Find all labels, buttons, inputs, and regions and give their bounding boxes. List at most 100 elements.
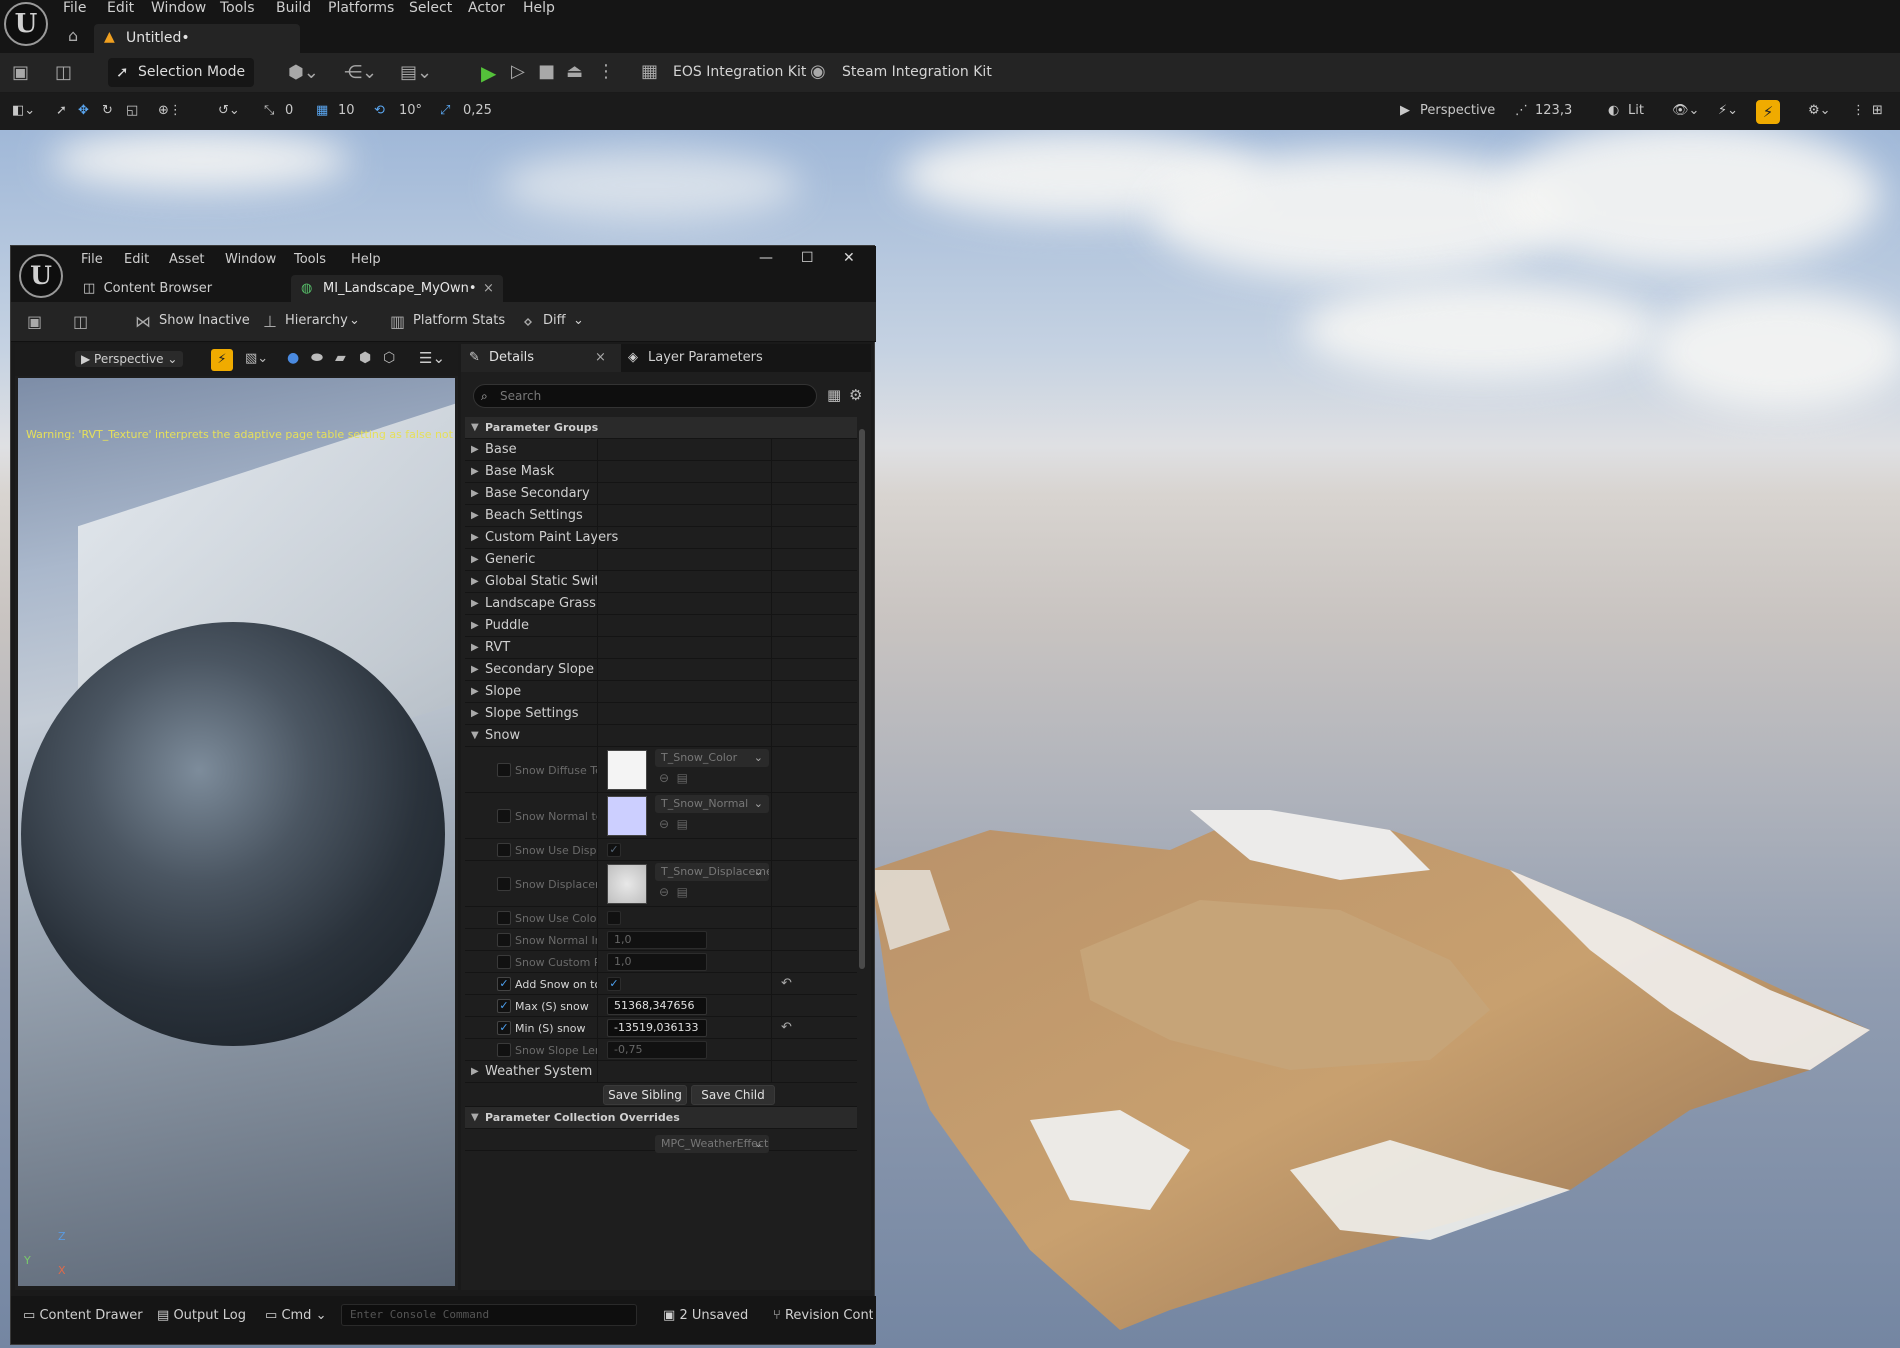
- save-icon[interactable]: ▣: [12, 63, 29, 83]
- mw-menu-file[interactable]: File: [81, 252, 103, 267]
- preview-realtime-icon[interactable]: ⚡: [211, 349, 233, 371]
- number-input[interactable]: 1,0: [607, 953, 707, 971]
- cylinder-preview-icon[interactable]: ⬬: [311, 350, 323, 366]
- group-row[interactable]: ▶ Base Secondary: [465, 483, 857, 505]
- save-sibling-button[interactable]: Save Sibling: [603, 1085, 687, 1105]
- preview-image-icon[interactable]: ▧⌄: [245, 351, 268, 366]
- revision-control-button[interactable]: ⑂ Revision Cont: [773, 1308, 873, 1323]
- scale-snap-icon[interactable]: ⤢: [440, 102, 450, 120]
- cmd-dropdown[interactable]: ▭ Cmd ⌄: [265, 1308, 326, 1323]
- show-flags-icon[interactable]: 👁⌄: [1672, 102, 1699, 120]
- override-checkbox[interactable]: [497, 763, 511, 777]
- override-checkbox[interactable]: [497, 955, 511, 969]
- menu-build[interactable]: Build: [276, 0, 311, 18]
- override-checkbox[interactable]: [497, 877, 511, 891]
- menu-window[interactable]: Window: [151, 0, 206, 18]
- scale-tool-icon[interactable]: ◱: [126, 102, 138, 120]
- group-row[interactable]: ▶ Beach Settings: [465, 505, 857, 527]
- mesh-preview-icon[interactable]: ⬡: [383, 350, 395, 366]
- sphere-preview-icon[interactable]: ●: [287, 350, 299, 366]
- stop-icon[interactable]: ■: [538, 62, 555, 82]
- output-log-button[interactable]: ▤ Output Log: [157, 1308, 246, 1323]
- value-checkbox[interactable]: ✓: [607, 843, 621, 857]
- diff-dropdown[interactable]: Diff: [543, 313, 566, 328]
- group-row[interactable]: ▶ Base: [465, 439, 857, 461]
- world-space-icon[interactable]: ⊕⋮: [158, 102, 182, 120]
- menu-file[interactable]: File: [63, 0, 86, 18]
- table-view-icon[interactable]: ▦: [827, 386, 841, 404]
- surface-snap-icon[interactable]: ↺⌄: [218, 102, 240, 120]
- details-search-input[interactable]: ⌕ Search: [473, 384, 817, 408]
- menu-tools[interactable]: Tools: [220, 0, 255, 18]
- mw-menu-help[interactable]: Help: [351, 252, 381, 267]
- rotation-snap-icon[interactable]: ⟲: [374, 102, 385, 120]
- mw-menu-asset[interactable]: Asset: [169, 252, 205, 267]
- menu-platforms[interactable]: Platforms: [328, 0, 394, 18]
- group-row[interactable]: ▶ Landscape Grass: [465, 593, 857, 615]
- override-checkbox[interactable]: [497, 809, 511, 823]
- step-icon[interactable]: ▷: [511, 62, 525, 82]
- menu-edit[interactable]: Edit: [107, 0, 134, 18]
- home-icon[interactable]: ⌂: [68, 26, 78, 45]
- tab-content-browser[interactable]: ◫ Content Browser: [83, 275, 263, 302]
- group-row-weather-system[interactable]: ▶ Weather System: [465, 1061, 857, 1083]
- override-checkbox[interactable]: [497, 911, 511, 925]
- settings-icon[interactable]: ⚙⌄: [1808, 102, 1831, 120]
- play-icon[interactable]: ▶: [481, 61, 496, 85]
- document-tab[interactable]: ▲ Untitled•: [94, 24, 300, 53]
- details-scrollbar[interactable]: [859, 429, 865, 969]
- play-options-icon[interactable]: ⋮: [597, 62, 615, 82]
- move-tool-icon[interactable]: ✥: [78, 102, 89, 120]
- steam-icon[interactable]: ◉: [810, 62, 826, 82]
- cube-preview-icon[interactable]: ⬢: [359, 350, 371, 366]
- realtime-toggle-icon[interactable]: ⚡: [1756, 100, 1780, 124]
- maximize-icon[interactable]: ☐: [801, 250, 814, 266]
- group-row[interactable]: ▶ Base Mask: [465, 461, 857, 483]
- save-child-button[interactable]: Save Child: [691, 1085, 775, 1105]
- override-checkbox[interactable]: [497, 933, 511, 947]
- more-options-icon[interactable]: ⋮: [1852, 102, 1865, 120]
- number-input[interactable]: 51368,347656: [607, 997, 707, 1015]
- tab-material-instance[interactable]: ◍ MI_Landscape_MyOwn• ×: [291, 275, 503, 302]
- use-selected-icon[interactable]: ⊖ ▤: [659, 817, 688, 831]
- tab-layer-parameters[interactable]: ◈ Layer Parameters: [626, 344, 763, 372]
- group-row[interactable]: ▶ Puddle: [465, 615, 857, 637]
- group-row[interactable]: ▶ Custom Paint Layers: [465, 527, 857, 549]
- group-row[interactable]: ▶ Secondary Slope: [465, 659, 857, 681]
- landscape-terrain[interactable]: [870, 810, 1880, 1330]
- hierarchy-dropdown[interactable]: Hierarchy: [285, 313, 348, 328]
- minimize-icon[interactable]: —: [759, 250, 773, 266]
- override-checkbox[interactable]: [497, 1043, 511, 1057]
- perspective-dropdown[interactable]: Perspective: [1420, 102, 1495, 120]
- rotate-tool-icon[interactable]: ↻: [102, 102, 113, 120]
- close-details-icon[interactable]: ×: [595, 344, 606, 372]
- camera-speed-value[interactable]: 123,3: [1535, 102, 1572, 120]
- plane-preview-icon[interactable]: ▰: [335, 350, 346, 366]
- scale-snap-value[interactable]: 0,25: [463, 102, 492, 120]
- preview-menu-icon[interactable]: ☰⌄: [419, 349, 445, 367]
- snap-value[interactable]: 0: [285, 102, 293, 120]
- unreal-logo-icon[interactable]: U: [4, 2, 48, 46]
- group-row[interactable]: ▶ RVT: [465, 637, 857, 659]
- grid-snap-value[interactable]: 10: [338, 102, 355, 120]
- cinematics-icon[interactable]: ▤⌄: [400, 63, 432, 83]
- number-input[interactable]: 1,0: [607, 931, 707, 949]
- category-parameter-groups[interactable]: ▼ Parameter Groups: [465, 417, 857, 439]
- texture-thumbnail[interactable]: [607, 864, 647, 904]
- transform-dropdown-icon[interactable]: ◧⌄: [12, 102, 35, 120]
- eos-integration-kit-button[interactable]: EOS Integration Kit: [673, 64, 806, 80]
- eject-icon[interactable]: ⏏: [566, 62, 583, 82]
- unsaved-button[interactable]: ▣ 2 Unsaved: [663, 1308, 748, 1323]
- close-tab-icon[interactable]: ×: [483, 275, 494, 302]
- override-checkbox[interactable]: ✓: [497, 999, 511, 1013]
- value-checkbox[interactable]: ✓: [607, 977, 621, 991]
- preview-perspective-dropdown[interactable]: ▶ Perspective ⌄: [75, 351, 184, 367]
- rotation-snap-value[interactable]: 10°: [399, 102, 422, 120]
- tab-details[interactable]: ✎ Details ×: [461, 344, 621, 372]
- eos-icon[interactable]: ▦: [641, 62, 658, 82]
- texture-dropdown[interactable]: T_Snow_Color ⌄: [655, 749, 769, 767]
- preview-viewport[interactable]: Warning: 'RVT_Texture' interprets the ad…: [18, 378, 455, 1286]
- group-row[interactable]: ▶ Slope Settings: [465, 703, 857, 725]
- browse-icon[interactable]: ◫: [73, 312, 88, 331]
- value-checkbox[interactable]: [607, 911, 621, 925]
